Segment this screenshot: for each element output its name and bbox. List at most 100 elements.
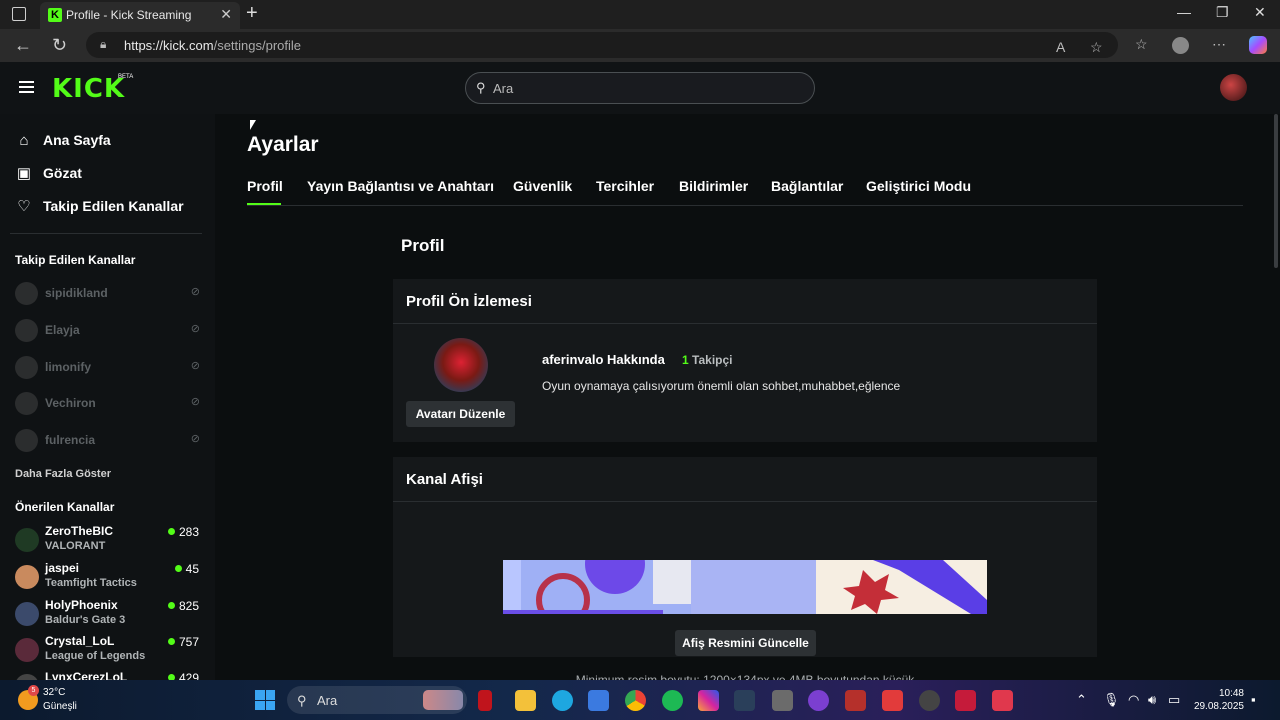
sidebar-item-following[interactable]: ♡ Takip Edilen Kanallar bbox=[15, 196, 184, 216]
channel-name: sipidikland bbox=[45, 286, 108, 300]
search-input[interactable]: ⚲ Ara bbox=[465, 72, 815, 104]
netflix-icon[interactable] bbox=[478, 690, 492, 711]
app-icon[interactable] bbox=[808, 690, 829, 711]
tab-developer-mode[interactable]: Geliştirici Modu bbox=[866, 178, 971, 194]
volume-icon[interactable]: 🔊︎ bbox=[1148, 692, 1156, 708]
avatar bbox=[15, 602, 39, 626]
sidebar-item-home[interactable]: ⌂ Ana Sayfa bbox=[15, 130, 110, 150]
instagram-icon[interactable] bbox=[698, 690, 719, 711]
file-explorer-icon[interactable] bbox=[515, 690, 536, 711]
followed-channel[interactable]: sipidikland ⊘ bbox=[15, 281, 200, 305]
followed-channel[interactable]: fulrencia ⊘ bbox=[15, 428, 200, 452]
mouse-cursor-icon bbox=[250, 120, 256, 130]
menu-icon[interactable] bbox=[19, 81, 34, 93]
channel-name: Vechiron bbox=[45, 396, 96, 410]
card-title: Kanal Afişi bbox=[406, 471, 483, 488]
valorant-icon[interactable] bbox=[955, 690, 976, 711]
edge-icon[interactable] bbox=[552, 690, 573, 711]
avatar bbox=[15, 319, 38, 342]
tab-actions-icon[interactable] bbox=[12, 7, 26, 21]
game-icon[interactable] bbox=[772, 690, 793, 711]
profile-bio: Oyun oynamaya çalısıyorum önemli olan so… bbox=[542, 379, 901, 393]
offline-icon: ⊘ bbox=[190, 396, 200, 408]
sidebar-item-browse[interactable]: ▣ Gözat bbox=[15, 163, 82, 183]
channel-name: HolyPhoenix bbox=[45, 598, 118, 612]
channel-name: fulrencia bbox=[45, 433, 96, 447]
weather-badge: 5 bbox=[28, 685, 39, 696]
winrar-icon[interactable] bbox=[845, 690, 866, 711]
obs-icon[interactable] bbox=[919, 690, 940, 711]
suggested-channel[interactable]: Crystal_LoL League of Legends 757 bbox=[15, 634, 200, 666]
tab-security[interactable]: Güvenlik bbox=[513, 178, 572, 194]
card-header: Kanal Afişi bbox=[393, 457, 1097, 502]
clock-date: 29.08.2025 bbox=[1193, 701, 1244, 712]
window-close-icon[interactable]: ✕ bbox=[1254, 4, 1266, 21]
tab-profile[interactable]: Profil bbox=[247, 178, 283, 194]
viewer-count: 45 bbox=[174, 562, 199, 576]
suggested-channel[interactable]: ZeroTheBIC VALORANT 283 bbox=[15, 524, 200, 556]
viewer-count: 283 bbox=[167, 525, 199, 539]
clock[interactable]: 10:48 29.08.2025 bbox=[1194, 687, 1244, 713]
live-dot-icon bbox=[174, 565, 182, 572]
refresh-icon[interactable]: ↻ bbox=[52, 35, 67, 56]
followed-channel[interactable]: Elayja ⊘ bbox=[15, 318, 200, 342]
sidebar: ⌂ Ana Sayfa ▣ Gözat ♡ Takip Edilen Kanal… bbox=[0, 114, 215, 680]
read-aloud-icon[interactable]: A bbox=[1056, 39, 1065, 55]
taskbar-search[interactable]: ⚲ Ara bbox=[287, 686, 467, 714]
update-banner-button[interactable]: Afiş Resmini Güncelle bbox=[675, 630, 816, 656]
url-field[interactable]: 🔒︎ https://kick.com/settings/profile A ☆ bbox=[86, 32, 1118, 58]
favorites-icon[interactable]: ☆ bbox=[1135, 36, 1148, 53]
microphone-icon[interactable]: 🎙︎ bbox=[1103, 692, 1120, 708]
tab-connections[interactable]: Bağlantılar bbox=[771, 178, 843, 194]
card-title: Profil Ön İzlemesi bbox=[406, 293, 532, 310]
tray-chevron-icon[interactable]: ⌃ bbox=[1076, 692, 1087, 708]
start-icon[interactable] bbox=[255, 690, 275, 710]
suggested-channel[interactable]: jaspei Teamfight Tactics 45 bbox=[15, 561, 200, 593]
page-scrollbar[interactable] bbox=[1274, 114, 1278, 268]
favorite-star-icon[interactable]: ☆ bbox=[1090, 39, 1103, 56]
channel-category: Baldur's Gate 3 bbox=[45, 614, 126, 626]
weather-condition: Güneşli bbox=[43, 701, 77, 712]
edit-avatar-button[interactable]: Avatarı Düzenle bbox=[406, 401, 515, 427]
avatar bbox=[15, 638, 39, 662]
spotify-icon[interactable] bbox=[662, 690, 683, 711]
kick-logo[interactable]: KICK bbox=[52, 74, 125, 104]
sidebar-item-label: Gözat bbox=[43, 165, 82, 181]
tab-preferences[interactable]: Tercihler bbox=[596, 178, 654, 194]
suggested-channel[interactable]: LynxCerezLoL 429 bbox=[15, 670, 200, 680]
chrome-icon[interactable] bbox=[625, 690, 646, 711]
offline-icon: ⊘ bbox=[190, 360, 200, 372]
show-more-link[interactable]: Daha Fazla Göster bbox=[15, 468, 111, 480]
battery-icon[interactable]: ▭ bbox=[1168, 692, 1180, 708]
suggested-channel[interactable]: HolyPhoenix Baldur's Gate 3 825 bbox=[15, 598, 200, 630]
copilot-icon[interactable] bbox=[1249, 36, 1267, 54]
wifi-icon[interactable]: ◠ bbox=[1128, 692, 1139, 708]
tab-close-icon[interactable]: ✕ bbox=[220, 6, 232, 23]
new-tab-icon[interactable]: + bbox=[246, 2, 258, 25]
followed-channel[interactable]: limonify ⊘ bbox=[15, 355, 200, 379]
wps-icon[interactable] bbox=[882, 690, 903, 711]
back-icon[interactable]: ← bbox=[14, 35, 32, 56]
avatar bbox=[15, 528, 39, 552]
more-icon[interactable]: ⋯ bbox=[1212, 36, 1226, 53]
user-avatar[interactable] bbox=[1220, 74, 1247, 101]
tab-notifications[interactable]: Bildirimler bbox=[679, 178, 748, 194]
restore-icon[interactable]: ❐ bbox=[1216, 4, 1229, 21]
sidebar-divider bbox=[10, 233, 202, 234]
channel-name: LynxCerezLoL bbox=[45, 670, 128, 680]
riot-icon[interactable] bbox=[992, 690, 1013, 711]
tab-stream-key[interactable]: Yayın Bağlantısı ve Anahtarı bbox=[307, 178, 494, 194]
followed-channel[interactable]: Vechiron ⊘ bbox=[15, 391, 200, 415]
suggested-heading: Önerilen Kanallar bbox=[15, 500, 115, 514]
avatar bbox=[15, 392, 38, 415]
store-icon[interactable] bbox=[588, 690, 609, 711]
notification-icon[interactable]: ▪ bbox=[1251, 692, 1256, 707]
channel-name: Crystal_LoL bbox=[45, 634, 115, 648]
follower-count: 1 Takipçi bbox=[682, 353, 733, 367]
steam-icon[interactable] bbox=[734, 690, 755, 711]
sidebar-item-label: Takip Edilen Kanallar bbox=[43, 198, 184, 214]
browser-tab[interactable]: K Profile - Kick Streaming ✕ bbox=[40, 2, 240, 29]
minimize-icon[interactable]: — bbox=[1177, 4, 1191, 20]
avatar bbox=[15, 356, 38, 379]
profile-icon[interactable] bbox=[1172, 37, 1189, 54]
